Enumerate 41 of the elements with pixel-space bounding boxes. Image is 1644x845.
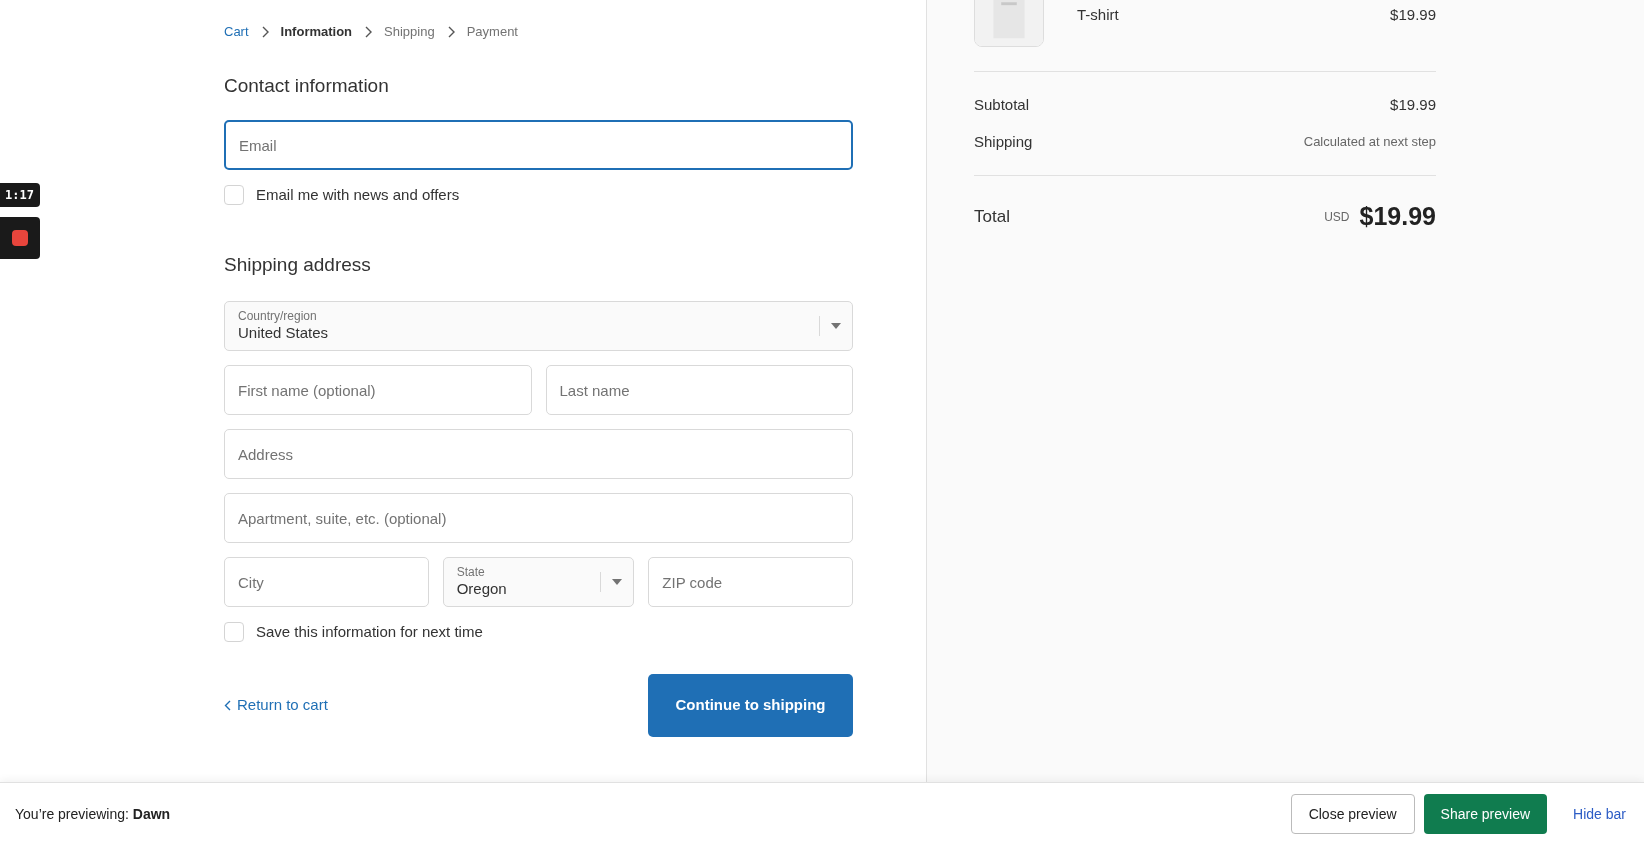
summary-value: Calculated at next step (1303, 133, 1436, 151)
stop-icon (12, 230, 28, 246)
preview-status: You’re previewing: Dawn (15, 804, 172, 824)
product-price: $19.99 (1390, 5, 1436, 25)
summary-label: Shipping (974, 131, 1033, 152)
chevron-right-icon (260, 25, 269, 38)
breadcrumb-item: Information (280, 23, 353, 41)
select-label: Country/region (238, 309, 318, 325)
select-field[interactable]: State Oregon (442, 557, 635, 607)
section-heading: Shipping address (224, 252, 372, 277)
breadcrumb-item: Shipping (384, 23, 435, 41)
close-preview-button[interactable]: Close preview (1290, 794, 1415, 834)
recording-timer: 1:17 (0, 183, 40, 207)
dropdown-caret-icon (831, 323, 841, 329)
checkbox-label: Email me with news and offers (256, 185, 460, 205)
summary-value: $19.99 (1390, 95, 1436, 115)
select-field[interactable]: Country/region United States (224, 301, 853, 351)
select-label: State (456, 565, 486, 581)
checkbox-label: Save this information for next time (256, 622, 483, 642)
select-value: United States (238, 324, 330, 343)
dropdown-caret-icon (612, 579, 623, 585)
return-to-cart-link[interactable]: Return to cart (224, 693, 328, 717)
chevron-right-icon (446, 25, 455, 38)
checkbox[interactable] (224, 622, 244, 643)
hide-bar-link[interactable]: Hide bar (1573, 803, 1626, 825)
breadcrumb-item: Payment (466, 23, 518, 41)
stop-recording-button[interactable] (0, 217, 40, 259)
continue-button[interactable]: Continue to shipping (648, 673, 853, 737)
breadcrumb-item[interactable]: Cart (224, 22, 249, 42)
summary-label: Subtotal (974, 95, 1030, 115)
input-field[interactable]: Email (224, 120, 853, 170)
total-amount: $19.99 (1359, 201, 1436, 232)
total-label: Total (974, 206, 1011, 228)
share-preview-button[interactable]: Share preview (1423, 794, 1548, 834)
section-heading: Contact information (224, 73, 390, 98)
product-name: T-shirt (1077, 5, 1120, 25)
checkbox[interactable] (224, 185, 244, 206)
chevron-left-icon (224, 699, 231, 711)
select-value: Oregon (456, 580, 508, 599)
currency-code: USD (1324, 208, 1350, 226)
chevron-right-icon (364, 25, 373, 38)
